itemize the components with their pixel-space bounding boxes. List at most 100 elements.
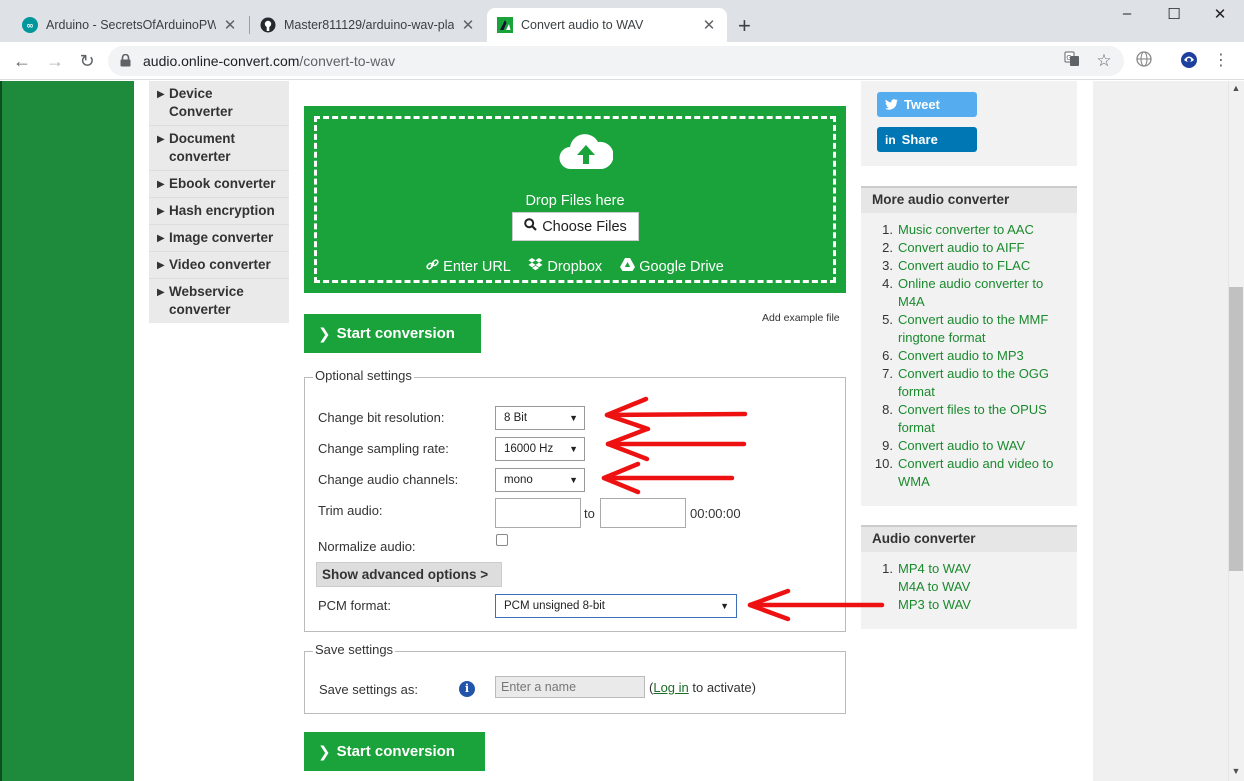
converter-link-text[interactable]: format — [898, 419, 1067, 437]
social-share-box: Tweet in Share — [861, 81, 1077, 166]
enter-url-link[interactable]: Enter URL — [426, 259, 514, 275]
converter-link-text[interactable]: Music converter to AAC — [898, 221, 1067, 239]
nav-item-label: Device Converter — [169, 86, 233, 119]
more-audio-list-item[interactable]: 1. Music converter to AAC — [869, 221, 1067, 239]
linkedin-share-button[interactable]: in Share — [877, 127, 977, 152]
audio-channels-select[interactable]: mono ▼ — [495, 468, 585, 492]
more-audio-list-item[interactable]: 4. Online audio converter to M4A — [869, 275, 1067, 311]
converter-link-text[interactable]: Convert audio to AIFF — [898, 239, 1067, 257]
close-icon[interactable]: ✕ — [460, 16, 476, 34]
scroll-up-arrow-icon[interactable]: ▲ — [1229, 83, 1243, 93]
converter-link-text[interactable]: M4A to WAV — [898, 579, 970, 594]
settings-name-input[interactable]: Enter a name — [495, 676, 645, 698]
show-advanced-options-button[interactable]: Show advanced options > — [316, 562, 502, 587]
sampling-rate-label: Change sampling rate: — [318, 441, 449, 456]
red-annotation-arrows — [601, 396, 885, 622]
normalize-audio-checkbox[interactable] — [496, 534, 508, 546]
nav-item-hash-encryption[interactable]: ▶ Hash encryption — [149, 198, 289, 225]
converter-link-text[interactable]: M4A — [898, 293, 1067, 311]
audio-channels-value: mono — [504, 474, 533, 486]
more-audio-list-item[interactable]: 6. Convert audio to MP3 — [869, 347, 1067, 365]
browser-tab-bar: ∞ Arduino - SecretsOfArduinoPWM ✕ Master… — [0, 0, 1244, 42]
extension-icon[interactable] — [1179, 51, 1199, 71]
caret-right-icon: ▶ — [157, 206, 165, 217]
caret-right-icon: ▶ — [157, 179, 165, 190]
converter-link-text[interactable]: Convert audio to the MMF — [898, 311, 1067, 329]
converter-link-text[interactable]: MP4 to WAV — [898, 561, 971, 576]
window-close-button[interactable]: ✕ — [1197, 5, 1243, 27]
bookmark-star-icon[interactable]: ☆ — [1094, 51, 1114, 71]
sampling-rate-select[interactable]: 16000 Hz ▼ — [495, 437, 585, 461]
dropbox-link[interactable]: Dropbox — [528, 258, 606, 275]
drop-zone[interactable]: Drop Files here Choose Files Enter URL D… — [314, 116, 836, 283]
login-hint: (Log in to activate) — [649, 680, 756, 695]
start-conversion-label: Start conversion — [336, 743, 455, 760]
file-upload-area[interactable]: Drop Files here Choose Files Enter URL D… — [304, 106, 846, 293]
minimize-button[interactable]: – — [1104, 5, 1150, 27]
nav-item-image-converter[interactable]: ▶ Image converter — [149, 225, 289, 252]
tab-title: Master811129/arduino-wav-playe — [284, 18, 454, 32]
save-settings-panel: Save settings Save settings as: i Enter … — [304, 642, 846, 714]
save-settings-label: Save settings as: — [319, 682, 418, 697]
chevron-right-icon: ❯ — [318, 325, 331, 343]
add-example-file-link[interactable]: Add example file — [762, 312, 840, 324]
google-drive-link[interactable]: Google Drive — [620, 258, 724, 275]
url-path: /convert-to-wav — [299, 53, 396, 69]
converter-link-text[interactable]: Convert audio and video to — [898, 455, 1067, 473]
nav-item-video-converter[interactable]: ▶ Video converter — [149, 252, 289, 279]
nav-item-device-converter[interactable]: ▶ Device Converter — [149, 81, 289, 126]
close-icon[interactable]: ✕ — [701, 16, 717, 34]
dropbox-icon — [528, 258, 543, 271]
converter-link-text[interactable]: MP3 to WAV — [898, 597, 971, 612]
converter-link-text[interactable]: Convert audio to WAV — [898, 437, 1067, 455]
svg-text:∞: ∞ — [26, 22, 34, 32]
trim-audio-label: Trim audio: — [318, 503, 383, 518]
caret-right-icon: ▶ — [157, 134, 165, 145]
nav-item-ebook-converter[interactable]: ▶ Ebook converter — [149, 171, 289, 198]
maximize-button[interactable]: ☐ — [1151, 5, 1197, 27]
bit-resolution-select[interactable]: 8 Bit ▼ — [495, 406, 585, 430]
list-number: 3. — [882, 258, 893, 273]
converter-category-nav: ▶ Device Converter ▶ Document converter ▶ E… — [149, 81, 289, 323]
nav-item-document-converter[interactable]: ▶ Document converter — [149, 126, 289, 171]
converter-link-text[interactable]: ringtone format — [898, 329, 1067, 347]
trim-start-input[interactable] — [495, 498, 581, 528]
converter-link-text[interactable]: Online audio converter to — [898, 275, 1067, 293]
globe-icon[interactable] — [1134, 51, 1154, 71]
converter-link-text[interactable]: WMA — [898, 473, 1067, 491]
browser-tab-arduino[interactable]: ∞ Arduino - SecretsOfArduinoPWM ✕ — [12, 8, 248, 42]
new-tab-button[interactable]: + — [738, 13, 751, 39]
converter-link-text[interactable]: Convert files to the OPUS — [898, 401, 1067, 419]
bit-resolution-label: Change bit resolution: — [318, 410, 445, 425]
converter-link-text[interactable]: Convert audio to MP3 — [898, 347, 1067, 365]
back-arrow-icon[interactable]: ← — [11, 50, 33, 72]
start-conversion-button-bottom[interactable]: ❯ Start conversion — [304, 732, 485, 771]
translate-icon[interactable]: G — [1062, 51, 1082, 71]
converter-link-text[interactable]: Convert audio to FLAC — [898, 257, 1067, 275]
browser-tab-convert[interactable]: Convert audio to WAV ✕ — [487, 8, 727, 42]
start-conversion-button[interactable]: ❯ Start conversion — [304, 314, 481, 353]
dropdown-arrow-icon: ▼ — [569, 475, 578, 485]
scrollbar-thumb[interactable] — [1229, 287, 1243, 571]
menu-dots-icon[interactable]: ⋮ — [1211, 51, 1231, 71]
more-audio-list-item[interactable]: 3. Convert audio to FLAC — [869, 257, 1067, 275]
reload-icon[interactable]: ↻ — [76, 50, 98, 72]
more-audio-list-item[interactable]: 5. Convert audio to the MMF ringtone forma… — [869, 311, 1067, 347]
log-in-link[interactable]: Log in — [653, 680, 688, 695]
choose-files-button[interactable]: Choose Files — [512, 212, 639, 241]
more-audio-list-item[interactable]: 2. Convert audio to AIFF — [869, 239, 1067, 257]
close-icon[interactable]: ✕ — [222, 16, 238, 34]
list-number: 1. — [882, 222, 893, 237]
browser-tab-github[interactable]: Master811129/arduino-wav-playe ✕ — [250, 8, 486, 42]
info-icon[interactable]: i — [459, 681, 475, 697]
scroll-down-arrow-icon[interactable]: ▼ — [1229, 766, 1243, 776]
optional-settings-legend: Optional settings — [313, 368, 414, 383]
sampling-rate-value: 16000 Hz — [504, 443, 554, 455]
address-bar[interactable]: audio.online-convert.com/convert-to-wav … — [108, 46, 1124, 76]
forward-arrow-icon[interactable]: → — [44, 50, 66, 72]
nav-item-webservice-converter[interactable]: ▶ Webservice converter — [149, 279, 289, 323]
converter-link-text[interactable]: Convert audio to the OGG — [898, 365, 1067, 383]
tab-title: Arduino - SecretsOfArduinoPWM — [46, 18, 216, 32]
converter-link-text[interactable]: format — [898, 383, 1067, 401]
tweet-button[interactable]: Tweet — [877, 92, 977, 117]
